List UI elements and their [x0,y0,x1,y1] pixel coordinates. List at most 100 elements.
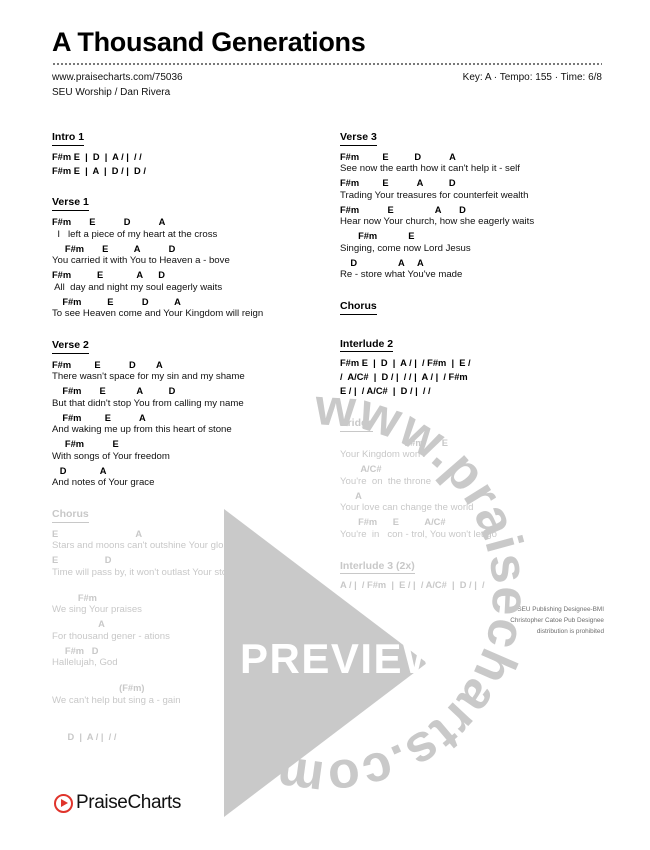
lyric-line: Hallelujah, God [52,657,118,669]
lyric-line: Re - store what You've made [340,269,463,281]
chord-line: F#m E A D [340,178,456,189]
lyric-line: But that didn't stop You from calling my… [52,397,244,409]
lyric-line: Hear now Your church, how she eagerly wa… [340,216,535,228]
section-interlude-2: Interlude 2 F#m E | D | A / | / F#m | E /… [340,333,604,399]
artist-credit: SEU Worship / Dan Rivera [52,86,171,98]
lyric-line: There wasn't space for my sin and my sha… [52,371,245,383]
lyric-line: For thousand gener - ations [52,630,170,642]
lyric-line: To see Heaven come and Your Kingdom will… [52,308,264,320]
chord-line: F#m E [340,231,415,242]
chord-line: A [340,490,362,501]
section-interlude-3: Interlude 3 (2x) A / | / F#m | E / | / A/… [340,555,604,594]
lyric-line: I left a piece of my heart at the cross [52,228,218,240]
right-column: Verse 3 F#m E D A See now the earth how it… [340,126,604,757]
logo-wordmark: PraiseCharts [76,792,182,813]
section-verse-2: Verse 2 F#m E D A There wasn't space for m… [52,334,316,490]
chord-line: F#m E D A [52,296,181,307]
chord-progression-line: A / | / F#m | E / | / A/C# | D / | / [340,580,485,591]
section-heading-wrap: Verse 1 [52,191,316,216]
praisecharts-logo[interactable]: PraiseCharts [54,792,181,814]
section-heading: Verse 2 [52,339,89,354]
chart-columns: Intro 1 F#m E | D | A / | / / F#m E | A | … [52,126,604,757]
lyric-line: Your Kingdom won't [340,449,425,461]
chord-chart-page: A Thousand Generations www.praisecharts.… [0,0,650,850]
chord-progression-line: D | A / | / / [52,731,117,742]
section-heading: Bridge [340,417,374,432]
section-heading: Verse 3 [340,131,377,146]
section-heading-wrap: Verse 3 [340,126,604,151]
section-heading-wrap: Verse 2 [52,334,316,359]
key-tempo-time: Key: A · Tempo: 155 · Time: 6/8 [462,72,602,84]
section-verse-3: Verse 3 F#m E D A See now the earth how it… [340,126,604,282]
section-bridge: Bridge F#m E Your Kingdom won't A/C# You'r… [340,412,604,542]
section-heading: Intro 1 [52,131,85,146]
section-heading: Interlude 2 [340,338,394,353]
lyric-line: We can't help but sing a - gain [52,694,181,706]
lyric-line: See now the earth how it can't help it -… [340,163,520,175]
lyric-line: All day and night my soul eagerly waits [52,281,223,293]
section-intro-1: Intro 1 F#m E | D | A / | / / F#m E | A | … [52,126,316,178]
chord-line: F#m E [52,439,119,450]
chord-line: F#m E A/C# [340,517,446,528]
chord-line: F#m E [340,437,448,448]
chord-progression-line: / A/C# | D / | / / | A / | / F#m [340,372,468,383]
section-heading-wrap: Interlude 3 (2x) [340,555,604,580]
chord-line: F#m E A [52,412,146,423]
copyright-line: distribution is prohibited [536,628,604,636]
lyric-line: Trading Your treasures for counterfeit w… [340,189,529,201]
section-chorus-right: Chorus [340,295,604,320]
lyric-line: Your love can change the world [340,502,474,514]
chord-line: E D [52,555,112,566]
lyric-line: And waking me up from this heart of ston… [52,424,232,436]
chord-line: F#m E A D [52,386,176,397]
chord-line: A/C# [340,464,382,475]
chord-line: D A A [340,257,424,268]
chord-progression-line: F#m E | D | A / | / / [52,151,142,162]
section-heading: Chorus [52,508,89,523]
copyright-notice: SEU Publishing Designee-BMI Christopher C… [354,604,604,638]
section-heading-wrap: Bridge [340,412,604,437]
section-heading-wrap: Chorus [340,295,604,320]
lyric-line: Stars and moons can't outshine Your glor… [52,540,232,552]
chord-line: F#m D [52,645,99,656]
section-heading: Interlude 3 (2x) [340,560,415,575]
chord-line: (F#m) [52,683,145,694]
section-heading-wrap: Chorus [52,503,316,528]
chord-progression-line: E / | / A/C# | D / | / / [340,386,431,397]
section-chorus-left: Chorus E A Stars and moons can't outshine … [52,503,316,744]
chord-line: F#m E D A [340,151,456,162]
chord-progression-line: F#m E | D | A / | / F#m | E / [340,358,471,369]
header-meta-row: www.praisecharts.com/75036 SEU Worship /… [52,71,602,100]
lyric-line: Singing, come now Lord Jesus [340,242,471,254]
lyric-line: You carried it with You to Heaven a - bo… [52,255,230,267]
source-url[interactable]: www.praisecharts.com/75036 [52,71,183,86]
section-heading-wrap: Interlude 2 [340,333,604,358]
chord-line: F#m E A D [340,204,466,215]
chord-line: F#m E A D [52,270,165,281]
play-icon [54,793,73,813]
left-column: Intro 1 F#m E | D | A / | / / F#m E | A | … [52,126,316,757]
header-meta-left: www.praisecharts.com/75036 SEU Worship /… [52,71,183,100]
section-heading: Verse 1 [52,196,89,212]
copyright-line: Christopher Catoe Pub Designee [510,617,604,625]
chord-line: D A [52,465,107,476]
chord-line: F#m [52,592,97,603]
document-header: A Thousand Generations www.praisecharts.… [52,28,602,100]
chord-progression-line: F#m E | A | D / | D / [52,165,146,176]
copyright-line: SEU Publishing Designee-BMI [517,606,604,613]
chord-line: E A [52,528,143,539]
lyric-line: Time will pass by, it won't outlast Your… [52,566,236,578]
header-divider [52,63,602,66]
lyric-line: We sing Your praises [52,604,142,616]
chord-line: F#m E D A [52,359,163,370]
chord-line: A [52,619,105,630]
page-title: A Thousand Generations [52,27,366,57]
lyric-line: And notes of Your grace [52,477,155,489]
lyric-line: You're on the throne [340,475,432,487]
chord-line: F#m E D A [52,217,166,228]
section-heading-wrap: Intro 1 [52,126,316,151]
